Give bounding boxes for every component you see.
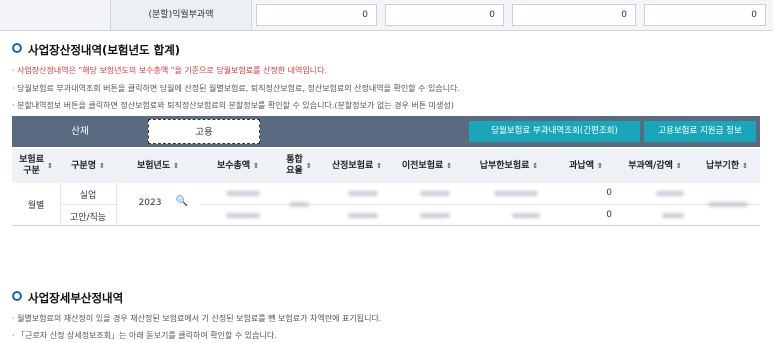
monthly-inquiry-button[interactable]: 당월보험료 부과내역조회(간편조회) (469, 121, 640, 142)
summary-row: (분할)익월부과액 0 0 0 0 (0, 0, 773, 31)
col-header-name[interactable]: 구분명 ⇕ (60, 149, 116, 183)
row-subtype: 고안/직능 (69, 213, 107, 223)
bullet-icon (12, 291, 22, 301)
sort-icon: ⇕ (376, 161, 383, 170)
bullet-icon (12, 43, 22, 53)
summary-value: 0 (512, 4, 636, 26)
sort-icon: ⇕ (98, 161, 105, 170)
tab-sanjae[interactable]: 산재 (12, 116, 148, 147)
blurred-value (494, 191, 538, 196)
row-subtype: 실업 (79, 191, 97, 201)
blurred-value (348, 191, 378, 196)
col-header-calculated[interactable]: 산정보험료 ⇕ (322, 149, 392, 183)
note-line: · 당월보험료 부과내역조회 버튼을 클릭하면 당월에 산정된 월별보험료, 퇴… (12, 84, 461, 93)
sort-icon: ⇕ (173, 161, 179, 170)
note-line: · 월별보험료의 재산정이 있을 경우 재산정된 보험료에서 기 산정된 보험료… (12, 314, 382, 323)
sort-icon: ⇕ (532, 161, 539, 170)
row-type: 월별 (27, 201, 45, 211)
blurred-value (420, 191, 450, 196)
col-header-paid[interactable]: 납부한보험료 ⇕ (462, 149, 556, 183)
note-line: · 분할내역정보 버튼을 클릭하면 정산보험료와 퇴직정산보험료의 분할정보를 … (12, 101, 454, 110)
blurred-value (656, 191, 684, 196)
summary-row-label: (분할)익월부과액 (110, 0, 252, 30)
sort-icon: ⇕ (253, 161, 259, 170)
section-title-assessment: 사업장산정내역(보험년도 합계) (12, 42, 180, 58)
col-header-charged[interactable]: 부과액/감액 ⇕ (616, 149, 694, 183)
blurred-value (662, 213, 684, 218)
blurred-value (226, 191, 260, 196)
blurred-value (512, 213, 540, 218)
summary-value: 0 (644, 4, 766, 26)
section-title-text: 사업장세부산정내역 (28, 291, 124, 305)
note-line: · 사업장산정내역은 "해당 보험년도의 보수총액 "을 기준으로 당월보험료를… (12, 66, 328, 75)
sort-icon: ⇕ (596, 161, 603, 170)
section-title-detail: 사업장세부산정내역 (12, 290, 123, 306)
col-header-year[interactable]: 보험년도 ⇕ (116, 149, 200, 183)
sort-icon: ⇕ (305, 161, 312, 170)
row-overpaid: 0 (606, 188, 612, 198)
blurred-value (226, 213, 260, 218)
blurred-value (348, 213, 378, 218)
sort-icon: ⇕ (675, 161, 682, 170)
sort-icon: ⇕ (446, 161, 453, 170)
col-header-rate[interactable]: 통합 요율 ⇕ (276, 149, 322, 183)
col-header-wage-total[interactable]: 보수총액 ⇕ (200, 149, 276, 183)
row-year: 2023 (138, 198, 162, 208)
search-icon[interactable]: 🔍 (174, 196, 190, 207)
tab-goyong[interactable]: 고용 (148, 119, 260, 144)
row-overpaid: 0 (606, 210, 612, 220)
summary-value: 0 (385, 4, 504, 26)
col-header-overpaid[interactable]: 과납액 ⇕ (556, 149, 616, 183)
col-header-previous[interactable]: 이전보험료 ⇕ (392, 149, 462, 183)
section-title-text: 사업장산정내역(보험년도 합계) (28, 43, 181, 57)
note-line: · 「근로자 산정 상세정보조회」는 아래 돋보기를 클릭하여 확인할 수 있습… (12, 331, 277, 340)
blurred-value (420, 213, 450, 218)
blurred-value (289, 202, 309, 207)
blurred-value (708, 202, 748, 207)
table-row: 월별 실업 고안/직능 2023 🔍 0 0 (12, 183, 760, 226)
sort-icon: ⇕ (742, 161, 748, 170)
col-header-due-date[interactable]: 납부기한 ⇕ (694, 149, 760, 183)
col-header-type[interactable]: 보험료 구분 ⇕ (12, 149, 60, 183)
table-header: 보험료 구분 ⇕ 구분명 ⇕ 보험년도 ⇕ 보수총액 ⇕ 통합 요율 ⇕ 산정보험료 ⇕ 이… (12, 149, 760, 184)
summary-value: 0 (256, 4, 377, 26)
support-info-button[interactable]: 고용보험료 지원금 정보 (644, 121, 756, 142)
sort-icon: ⇕ (46, 161, 53, 170)
insurance-tab-bar: 산재 고용 당월보험료 부과내역조회(간편조회) 고용보험료 지원금 정보 (12, 116, 760, 147)
